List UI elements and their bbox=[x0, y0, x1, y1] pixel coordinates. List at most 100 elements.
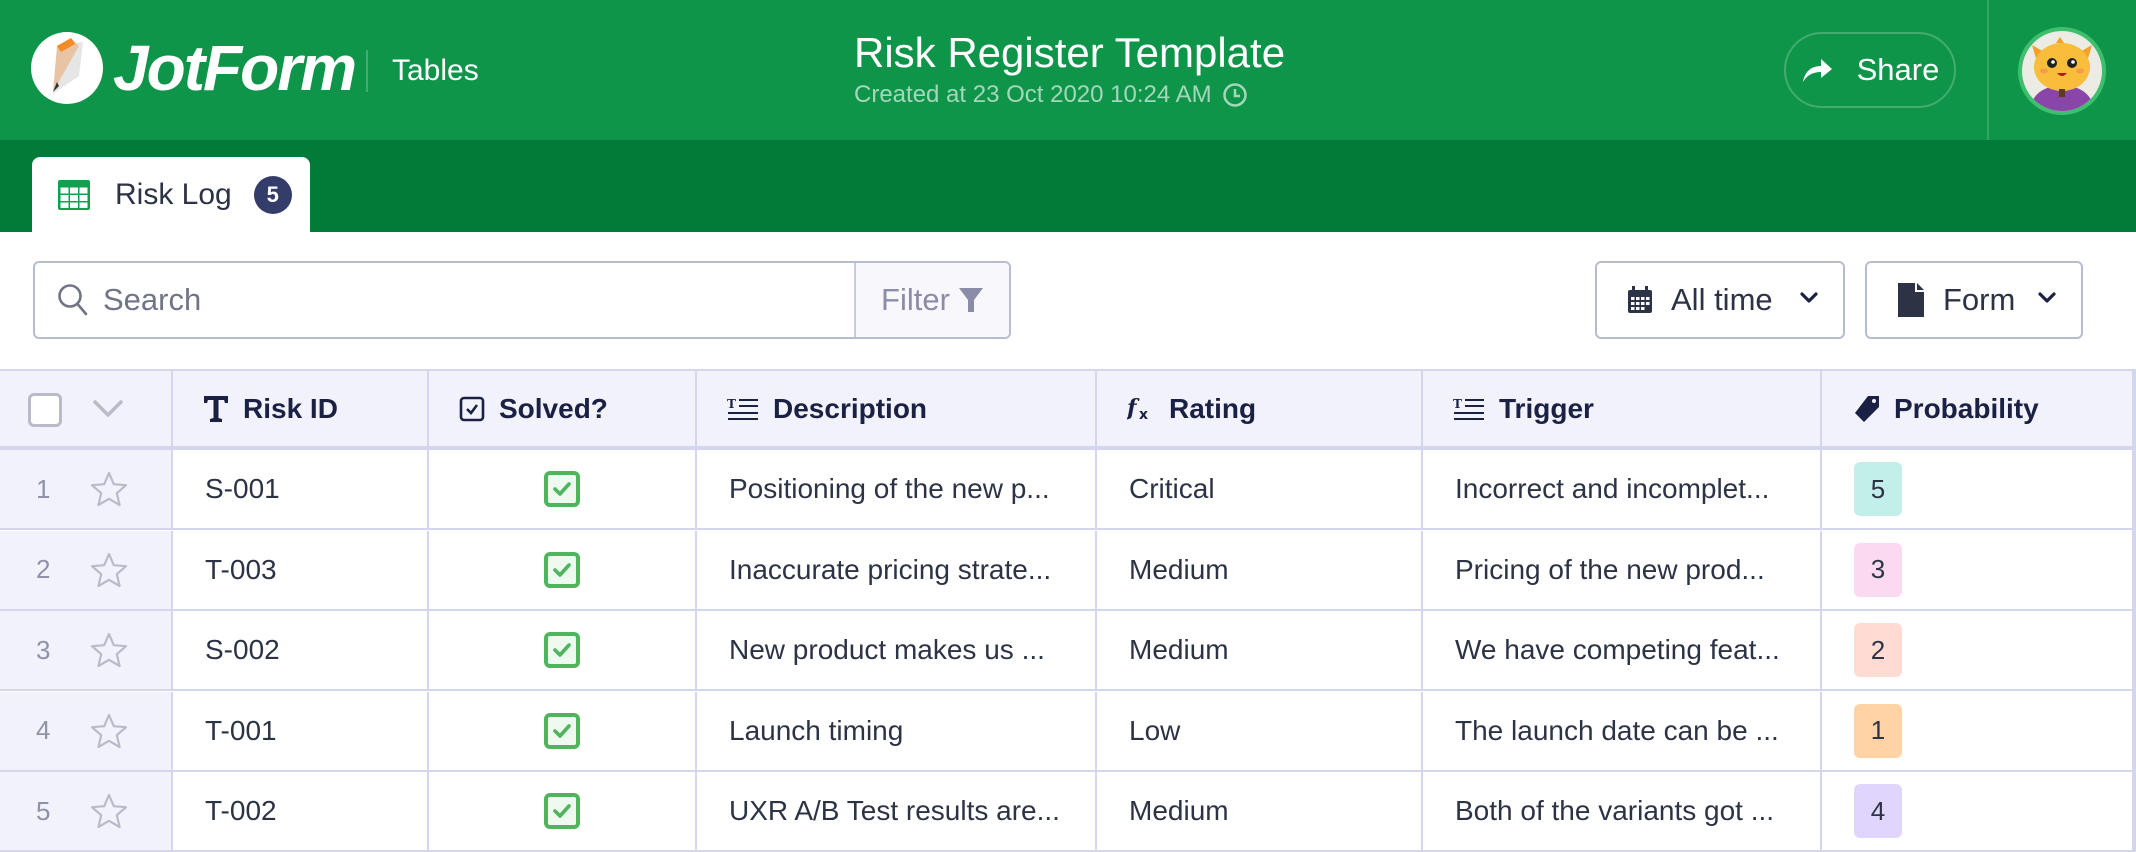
solved-checkbox[interactable] bbox=[544, 551, 580, 588]
cell-probability[interactable]: 2 bbox=[1822, 611, 2132, 689]
column-header-solved[interactable]: Solved? bbox=[429, 371, 697, 446]
cell-rating[interactable]: Medium bbox=[1097, 530, 1423, 609]
cell-risk-id[interactable]: T-003 bbox=[173, 530, 429, 609]
filter-button[interactable]: Filter bbox=[854, 263, 1009, 337]
select-all-checkbox[interactable] bbox=[28, 393, 62, 427]
cell-description[interactable]: Inaccurate pricing strate... bbox=[697, 530, 1097, 609]
cell-rating[interactable]: Medium bbox=[1097, 611, 1423, 690]
cell-risk-id[interactable]: S-002 bbox=[173, 611, 429, 690]
solved-checkbox[interactable] bbox=[544, 471, 580, 507]
star-icon[interactable] bbox=[90, 713, 128, 749]
description-value: New product makes us ... bbox=[729, 634, 1045, 666]
column-header-trigger[interactable]: T Trigger bbox=[1423, 371, 1822, 446]
table-row[interactable]: 2 T-003 Inaccurate pricing strate... Med… bbox=[0, 530, 2136, 611]
row-index-cell: 3 bbox=[0, 611, 173, 690]
column-label: Trigger bbox=[1499, 392, 1594, 424]
cell-trigger[interactable]: Both of the variants got ... bbox=[1423, 772, 1822, 851]
solved-checkbox[interactable] bbox=[544, 632, 580, 669]
cell-trigger[interactable]: Incorrect and incomplet... bbox=[1423, 450, 1822, 528]
cell-description[interactable]: Positioning of the new p... bbox=[697, 450, 1097, 528]
cell-probability[interactable]: 4 bbox=[1822, 772, 2132, 850]
search-icon bbox=[58, 284, 88, 316]
cell-solved[interactable] bbox=[429, 772, 697, 851]
risk-id-value: T-003 bbox=[205, 553, 277, 585]
app-name[interactable]: Tables bbox=[392, 52, 479, 90]
star-icon[interactable] bbox=[90, 632, 128, 668]
search-input[interactable] bbox=[103, 282, 823, 318]
table-row[interactable]: 4 T-001 Launch timing Low The launch dat… bbox=[0, 691, 2136, 772]
cell-solved[interactable] bbox=[429, 450, 697, 528]
probability-badge: 1 bbox=[1854, 703, 1902, 758]
cell-solved[interactable] bbox=[429, 530, 697, 609]
rating-value: Medium bbox=[1129, 634, 1229, 666]
cell-description[interactable]: New product makes us ... bbox=[697, 611, 1097, 690]
trigger-value: We have competing feat... bbox=[1455, 634, 1780, 666]
share-arrow-icon bbox=[1802, 59, 1832, 82]
search-bar: Filter bbox=[33, 261, 1011, 339]
column-header-risk-id[interactable]: Risk ID bbox=[173, 371, 429, 446]
trigger-value: The launch date can be ... bbox=[1455, 714, 1779, 746]
cell-description[interactable]: UXR A/B Test results are... bbox=[697, 772, 1097, 851]
column-header-description[interactable]: T Description bbox=[697, 371, 1097, 446]
risk-id-value: S-002 bbox=[205, 634, 280, 666]
clock-icon bbox=[1222, 83, 1247, 107]
column-header-rating[interactable]: fx Rating bbox=[1097, 371, 1423, 446]
rating-value: Medium bbox=[1129, 553, 1229, 585]
table-row[interactable]: 5 T-002 UXR A/B Test results are... Medi… bbox=[0, 772, 2136, 852]
column-label: Probability bbox=[1894, 392, 2039, 424]
risk-id-value: T-002 bbox=[205, 795, 277, 827]
checkmark-icon bbox=[553, 804, 571, 819]
table-tabs: Risk Log 5 bbox=[0, 140, 2136, 232]
trigger-value: Pricing of the new prod... bbox=[1455, 553, 1765, 585]
chevron-down-icon bbox=[2038, 292, 2056, 303]
jotform-logo[interactable]: JotForm bbox=[31, 32, 357, 104]
solved-checkbox[interactable] bbox=[544, 793, 580, 830]
page-title[interactable]: Risk Register Template bbox=[854, 28, 1285, 78]
probability-badge: 5 bbox=[1854, 462, 1902, 516]
pencil-logo-icon bbox=[31, 32, 103, 104]
date-range-dropdown[interactable]: All time bbox=[1595, 261, 1845, 339]
user-avatar[interactable] bbox=[2018, 27, 2106, 115]
tab-risk-log[interactable]: Risk Log 5 bbox=[32, 157, 310, 232]
column-header-probability[interactable]: Probability bbox=[1822, 371, 2132, 446]
cell-trigger[interactable]: The launch date can be ... bbox=[1423, 691, 1822, 770]
cell-probability[interactable]: 1 bbox=[1822, 692, 2132, 770]
solved-checkbox[interactable] bbox=[544, 712, 580, 749]
header-divider-right bbox=[1987, 0, 1989, 140]
rating-value: Low bbox=[1129, 714, 1181, 746]
star-icon[interactable] bbox=[90, 471, 128, 507]
cell-rating[interactable]: Critical bbox=[1097, 450, 1423, 528]
checkmark-icon bbox=[553, 643, 571, 657]
star-icon[interactable] bbox=[90, 793, 128, 829]
form-view-dropdown[interactable]: Form bbox=[1865, 261, 2083, 339]
checkmark-icon bbox=[553, 562, 571, 577]
cell-rating[interactable]: Low bbox=[1097, 691, 1423, 770]
chevron-down-icon[interactable] bbox=[92, 399, 124, 419]
cell-trigger[interactable]: Pricing of the new prod... bbox=[1423, 530, 1822, 609]
star-icon[interactable] bbox=[90, 552, 128, 588]
formula-type-icon: fx bbox=[1127, 395, 1155, 423]
cell-trigger[interactable]: We have competing feat... bbox=[1423, 611, 1822, 690]
cell-risk-id[interactable]: T-002 bbox=[173, 772, 429, 851]
cell-rating[interactable]: Medium bbox=[1097, 772, 1423, 851]
row-index-cell: 2 bbox=[0, 530, 173, 609]
cell-risk-id[interactable]: S-001 bbox=[173, 450, 429, 528]
cell-solved[interactable] bbox=[429, 691, 697, 770]
cell-solved[interactable] bbox=[429, 611, 697, 690]
cell-description[interactable]: Launch timing bbox=[697, 691, 1097, 770]
funnel-icon bbox=[958, 288, 983, 312]
column-label: Description bbox=[773, 392, 928, 424]
cell-risk-id[interactable]: T-001 bbox=[173, 691, 429, 770]
cell-probability[interactable]: 3 bbox=[1822, 531, 2132, 609]
cell-probability[interactable]: 5 bbox=[1822, 450, 2132, 528]
filter-label: Filter bbox=[881, 282, 950, 317]
document-title-block: Risk Register Template Created at 23 Oct… bbox=[854, 28, 1285, 110]
long-text-type-icon: T bbox=[727, 396, 759, 422]
table-row[interactable]: 1 S-001 Positioning of the new p... Crit… bbox=[0, 450, 2136, 530]
share-button[interactable]: Share bbox=[1784, 32, 1956, 108]
row-number: 2 bbox=[36, 554, 51, 585]
table-scroll-edge bbox=[2132, 369, 2136, 852]
description-value: UXR A/B Test results are... bbox=[729, 795, 1060, 827]
table-row[interactable]: 3 S-002 New product makes us ... Medium … bbox=[0, 611, 2136, 692]
header-divider bbox=[366, 50, 368, 92]
